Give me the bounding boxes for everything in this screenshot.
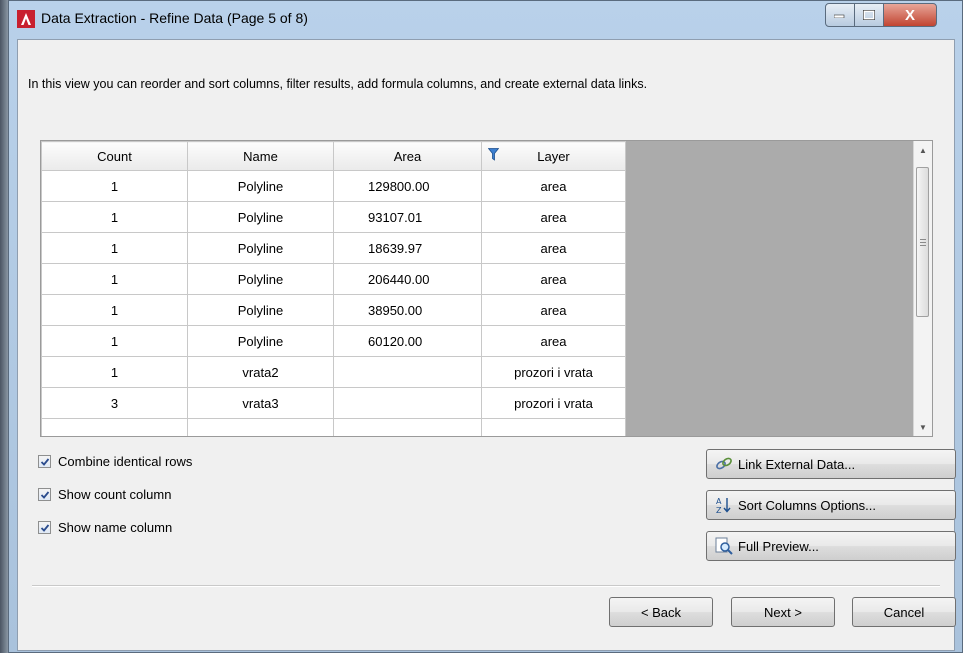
show-count-column-label: Show count column bbox=[58, 487, 172, 502]
close-icon: X bbox=[904, 6, 915, 24]
data-grid[interactable]: Count Name Area Layer 1 Polyline 129800.… bbox=[40, 140, 933, 437]
cell-empty bbox=[41, 418, 188, 436]
data-extraction-dialog: Data Extraction - Refine Data (Page 5 of… bbox=[8, 0, 963, 653]
filter-funnel-icon[interactable] bbox=[487, 148, 500, 161]
checkbox-checked-icon[interactable] bbox=[38, 455, 51, 468]
maximize-icon bbox=[863, 10, 875, 20]
cell-area[interactable]: 129800.00 bbox=[333, 170, 482, 202]
show-name-column-checkbox[interactable]: Show name column bbox=[38, 520, 172, 535]
close-button[interactable]: X bbox=[883, 3, 937, 27]
table-row[interactable]: 1 Polyline 60120.00 area bbox=[41, 325, 626, 357]
cell-name[interactable]: Polyline bbox=[187, 170, 334, 202]
scroll-down-arrow-icon[interactable]: ▼ bbox=[914, 418, 932, 436]
checkbox-checked-icon[interactable] bbox=[38, 488, 51, 501]
cell-area[interactable] bbox=[333, 356, 482, 388]
combine-identical-rows-label: Combine identical rows bbox=[58, 454, 193, 469]
cell-layer[interactable]: area bbox=[481, 294, 626, 326]
show-name-column-label: Show name column bbox=[58, 520, 173, 535]
cell-empty bbox=[481, 418, 626, 436]
column-header-layer[interactable]: Layer bbox=[481, 141, 626, 171]
cell-area[interactable]: 18639.97 bbox=[333, 232, 482, 264]
cell-layer[interactable]: area bbox=[481, 201, 626, 233]
table-row[interactable]: 1 Polyline 129800.00 area bbox=[41, 170, 626, 202]
cell-count[interactable]: 1 bbox=[41, 294, 188, 326]
cell-layer[interactable]: area bbox=[481, 263, 626, 295]
show-count-column-checkbox[interactable]: Show count column bbox=[38, 487, 171, 502]
preview-magnifier-icon bbox=[715, 537, 733, 555]
table-row[interactable]: 3 vrata3 prozori i vrata bbox=[41, 387, 626, 419]
cell-name[interactable]: vrata3 bbox=[187, 387, 334, 419]
title-bar[interactable]: Data Extraction - Refine Data (Page 5 of… bbox=[9, 1, 962, 39]
divider bbox=[32, 585, 940, 587]
link-external-data-label: Link External Data... bbox=[738, 456, 856, 472]
dialog-content: In this view you can reorder and sort co… bbox=[17, 39, 956, 651]
table-row[interactable]: 1 Polyline 38950.00 area bbox=[41, 294, 626, 326]
link-external-data-button[interactable]: Link External Data... bbox=[706, 449, 956, 479]
cancel-button[interactable]: Cancel bbox=[852, 597, 956, 627]
column-header-area[interactable]: Area bbox=[333, 141, 482, 171]
sort-az-icon: AZ bbox=[715, 496, 733, 514]
sort-columns-options-button[interactable]: AZ Sort Columns Options... bbox=[706, 490, 956, 520]
cell-count[interactable]: 1 bbox=[41, 263, 188, 295]
cell-count[interactable]: 1 bbox=[41, 356, 188, 388]
vertical-scrollbar[interactable]: ▲ ▼ bbox=[913, 141, 932, 436]
cell-name[interactable]: Polyline bbox=[187, 263, 334, 295]
cell-layer[interactable]: area bbox=[481, 170, 626, 202]
column-header-count[interactable]: Count bbox=[41, 141, 188, 171]
cell-name[interactable]: Polyline bbox=[187, 232, 334, 264]
cell-area[interactable]: 93107.01 bbox=[333, 201, 482, 233]
cell-name[interactable]: Polyline bbox=[187, 325, 334, 357]
svg-text:A: A bbox=[716, 497, 722, 506]
cell-empty bbox=[187, 418, 334, 436]
back-button[interactable]: < Back bbox=[609, 597, 713, 627]
cell-layer[interactable]: prozori i vrata bbox=[481, 387, 626, 419]
cell-layer[interactable]: prozori i vrata bbox=[481, 356, 626, 388]
cell-layer[interactable]: area bbox=[481, 325, 626, 357]
instructions-text: In this view you can reorder and sort co… bbox=[28, 77, 648, 91]
full-preview-button[interactable]: Full Preview... bbox=[706, 531, 956, 561]
scrollbar-thumb[interactable] bbox=[916, 167, 929, 317]
cell-name[interactable]: Polyline bbox=[187, 201, 334, 233]
column-header-layer-label: Layer bbox=[537, 148, 570, 164]
table-row[interactable]: 1 vrata2 prozori i vrata bbox=[41, 356, 626, 388]
link-chain-icon bbox=[715, 455, 733, 473]
svg-text:Z: Z bbox=[716, 506, 722, 514]
cell-area[interactable]: 60120.00 bbox=[333, 325, 482, 357]
cell-count[interactable]: 1 bbox=[41, 201, 188, 233]
cell-area[interactable]: 206440.00 bbox=[333, 263, 482, 295]
cell-count[interactable]: 1 bbox=[41, 325, 188, 357]
full-preview-label: Full Preview... bbox=[738, 538, 819, 554]
cell-name[interactable]: Polyline bbox=[187, 294, 334, 326]
minimize-icon bbox=[834, 14, 845, 18]
next-button[interactable]: Next > bbox=[731, 597, 835, 627]
sort-columns-options-label: Sort Columns Options... bbox=[738, 497, 876, 513]
scroll-up-arrow-icon[interactable]: ▲ bbox=[914, 141, 932, 159]
cell-layer[interactable]: area bbox=[481, 232, 626, 264]
cell-count[interactable]: 3 bbox=[41, 387, 188, 419]
minimize-button[interactable] bbox=[825, 3, 855, 27]
cell-name[interactable]: vrata2 bbox=[187, 356, 334, 388]
table-row[interactable]: 1 Polyline 18639.97 area bbox=[41, 232, 626, 264]
table-row-partial[interactable] bbox=[41, 418, 626, 436]
background-window-edge bbox=[0, 0, 8, 653]
header-row: Count Name Area Layer bbox=[41, 141, 626, 171]
cell-area[interactable]: 38950.00 bbox=[333, 294, 482, 326]
next-button-label: Next > bbox=[764, 604, 802, 620]
maximize-button[interactable] bbox=[854, 3, 884, 27]
cell-count[interactable]: 1 bbox=[41, 170, 188, 202]
data-table: Count Name Area Layer 1 Polyline 129800.… bbox=[41, 141, 626, 436]
combine-identical-rows-checkbox[interactable]: Combine identical rows bbox=[38, 454, 192, 469]
cancel-button-label: Cancel bbox=[883, 604, 925, 620]
cell-empty bbox=[333, 418, 482, 436]
table-row[interactable]: 1 Polyline 93107.01 area bbox=[41, 201, 626, 233]
cell-area[interactable] bbox=[333, 387, 482, 419]
back-button-label: < Back bbox=[640, 604, 682, 620]
column-header-name[interactable]: Name bbox=[187, 141, 334, 171]
autocad-logo-icon bbox=[17, 10, 35, 28]
window-title: Data Extraction - Refine Data (Page 5 of… bbox=[41, 10, 308, 26]
grip-icon bbox=[920, 239, 926, 246]
table-row[interactable]: 1 Polyline 206440.00 area bbox=[41, 263, 626, 295]
checkbox-checked-icon[interactable] bbox=[38, 521, 51, 534]
cell-count[interactable]: 1 bbox=[41, 232, 188, 264]
